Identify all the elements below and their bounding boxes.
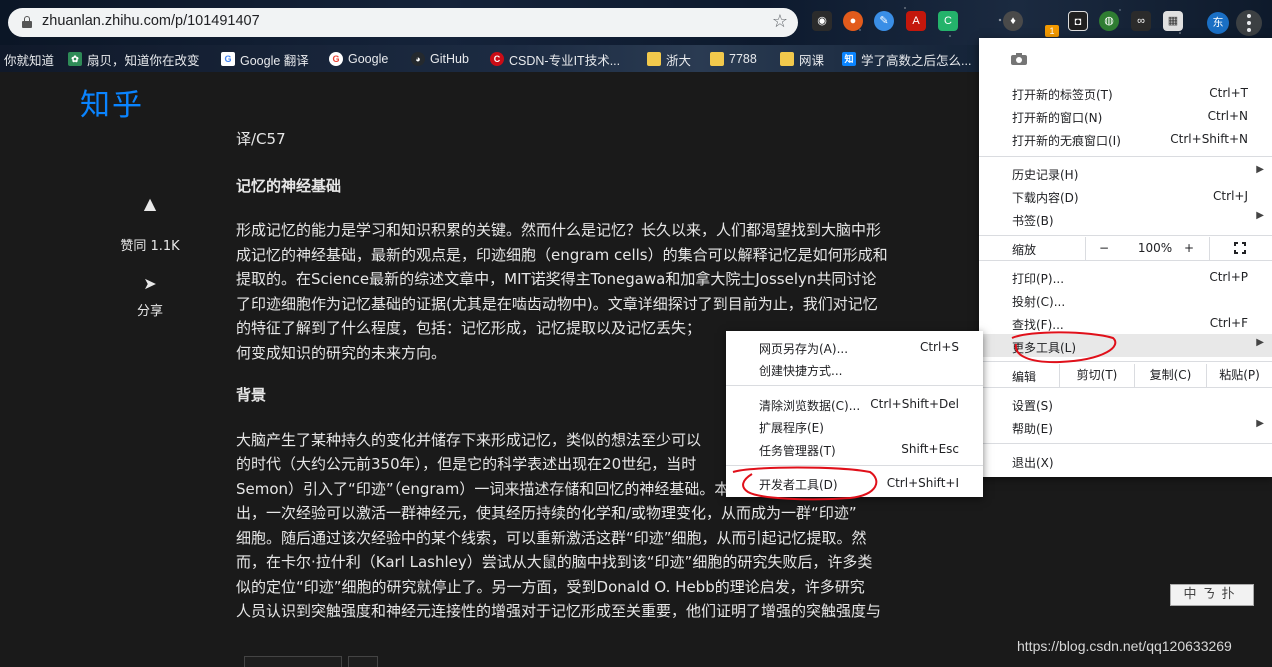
url-text[interactable]: zhuanlan.zhihu.com/p/101491407: [42, 13, 260, 29]
address-bar[interactable]: zhuanlan.zhihu.com/p/101491407 ☆: [8, 8, 798, 37]
menu-item-incognito[interactable]: 打开新的无痕窗口(I) Ctrl+Shift+N: [979, 128, 1272, 151]
ime-toolbar[interactable]: 中ㄋ扑: [1170, 584, 1254, 606]
folder-icon: [710, 52, 724, 66]
lock-icon[interactable]: [22, 16, 32, 28]
bookmark-folder[interactable]: 7788: [710, 49, 757, 69]
vote-up-button[interactable]: ▲: [100, 194, 200, 214]
watermark: https://blog.csdn.net/qq120633269: [1017, 638, 1232, 654]
chevron-right-icon: ▶: [1256, 164, 1264, 175]
fullscreen-button[interactable]: [1209, 237, 1272, 260]
menu-item-zoom: 缩放 − 100% +: [979, 237, 1272, 260]
menu-item-settings[interactable]: 设置(S): [979, 393, 1272, 416]
fullscreen-icon: [1234, 242, 1246, 254]
browser-window: zhuanlan.zhihu.com/p/101491407 ☆ ◉ ● ✎ A…: [0, 0, 1272, 667]
share-label: 分享: [136, 304, 163, 319]
bottom-action-button[interactable]: [244, 656, 342, 667]
shanbay-icon: ✿: [68, 52, 82, 66]
google-icon: G: [329, 52, 343, 66]
bookmark-folder[interactable]: 浙大: [647, 49, 691, 69]
zoom-out-button[interactable]: −: [1085, 237, 1122, 260]
menu-item-exit[interactable]: 退出(X): [979, 450, 1272, 473]
bookmark-folder[interactable]: 网课: [780, 49, 824, 69]
submenu-item-create-shortcut[interactable]: 创建快捷方式...: [726, 358, 983, 380]
github-icon: ◕: [411, 52, 425, 66]
bookmark-item[interactable]: ✿ 扇贝，知道你在改变: [68, 49, 200, 69]
bottom-action-button[interactable]: [348, 656, 378, 667]
submenu-item-task-manager[interactable]: 任务管理器(T) Shift+Esc: [726, 438, 983, 460]
chevron-right-icon: ▶: [1256, 210, 1264, 221]
extension-bulb-icon[interactable]: ♦: [1003, 11, 1023, 31]
csdn-icon: C: [490, 52, 504, 66]
menu-item-print[interactable]: 打印(P)... Ctrl+P: [979, 266, 1272, 289]
menu-item-more-tools[interactable]: 更多工具(L) ▶: [979, 335, 1272, 358]
menu-item-help[interactable]: 帮助(E) ▶: [979, 416, 1272, 439]
menu-item-cast[interactable]: 投射(C)...: [979, 289, 1272, 312]
chrome-menu: 打开新的标签页(T) Ctrl+T 打开新的窗口(N) Ctrl+N 打开新的无痕窗…: [979, 38, 1272, 477]
zhihu-icon: 知: [842, 52, 856, 66]
section-heading: 记忆的神经基础: [236, 176, 342, 195]
extension-globe-icon[interactable]: ◍: [1099, 11, 1119, 31]
zhihu-logo[interactable]: 知乎: [80, 80, 144, 124]
share-button[interactable]: ➤: [100, 274, 200, 294]
extension-face-icon[interactable]: ◘: [1068, 11, 1088, 31]
submenu-item-extensions[interactable]: 扩展程序(E): [726, 415, 983, 437]
zoom-in-button[interactable]: +: [1179, 241, 1199, 255]
submenu-item-clear-data[interactable]: 清除浏览数据(C)... Ctrl+Shift+Del: [726, 393, 983, 415]
pdf-extension-icon[interactable]: A: [906, 11, 926, 31]
extension-green-icon[interactable]: C: [938, 11, 958, 31]
submenu-item-save-page[interactable]: 网页另存为(A)... Ctrl+S: [726, 336, 983, 358]
extension-grid-icon[interactable]: ▦: [1163, 11, 1183, 31]
paste-button[interactable]: 粘贴(P): [1206, 364, 1272, 387]
copy-button[interactable]: 复制(C): [1134, 364, 1206, 387]
share-icon: ➤: [143, 274, 157, 293]
camera-icon[interactable]: [1011, 53, 1027, 65]
extension-badge: 1: [1045, 25, 1059, 37]
bookmark-item[interactable]: 知学了高数之后怎么...: [842, 49, 971, 69]
chevron-right-icon: ▶: [1256, 418, 1264, 429]
translator-line: 译/C57: [236, 130, 286, 148]
menu-item-edit: 编辑 剪切(T) 复制(C) 粘贴(P): [979, 364, 1272, 387]
menu-item-bookmarks[interactable]: 书签(B) ▶: [979, 208, 1272, 231]
bookmark-star-icon[interactable]: ☆: [772, 11, 788, 32]
chevron-right-icon: ▶: [1256, 337, 1264, 348]
extension-feather-icon[interactable]: ✎: [874, 11, 894, 31]
bookmark-item[interactable]: G Google 翻译: [221, 49, 309, 69]
bookmark-item[interactable]: 你就知道: [4, 49, 54, 69]
more-tools-submenu: 网页另存为(A)... Ctrl+S 创建快捷方式... 清除浏览数据(C)...…: [726, 331, 983, 497]
menu-item-history[interactable]: 历史记录(H) ▶: [979, 162, 1272, 185]
cut-button[interactable]: 剪切(T): [1059, 364, 1134, 387]
menu-item-downloads[interactable]: 下载内容(D) Ctrl+J: [979, 185, 1272, 208]
chrome-menu-icon[interactable]: [1236, 10, 1262, 36]
vote-up-icon: ▲: [143, 194, 157, 213]
incognito-extension-icon[interactable]: ◉: [812, 11, 832, 31]
extension-mask-icon[interactable]: ∞: [1131, 11, 1151, 31]
menu-item-new-tab[interactable]: 打开新的标签页(T) Ctrl+T: [979, 82, 1272, 105]
submenu-item-dev-tools[interactable]: 开发者工具(D) Ctrl+Shift+I: [726, 472, 983, 494]
extension-orange-icon[interactable]: ●: [843, 11, 863, 31]
bookmark-item[interactable]: G Google: [329, 49, 388, 69]
folder-icon: [780, 52, 794, 66]
vote-count[interactable]: 赞同 1.1K: [100, 235, 200, 254]
zoom-level: 100%: [1137, 241, 1173, 255]
profile-avatar[interactable]: 东: [1207, 12, 1229, 34]
google-translate-icon: G: [221, 52, 235, 66]
bookmark-item[interactable]: ◕ GitHub: [411, 49, 469, 69]
menu-item-new-window[interactable]: 打开新的窗口(N) Ctrl+N: [979, 105, 1272, 128]
folder-icon: [647, 52, 661, 66]
bookmark-item[interactable]: C CSDN-专业IT技术...: [490, 49, 620, 69]
menu-item-find[interactable]: 查找(F)... Ctrl+F: [979, 312, 1272, 335]
